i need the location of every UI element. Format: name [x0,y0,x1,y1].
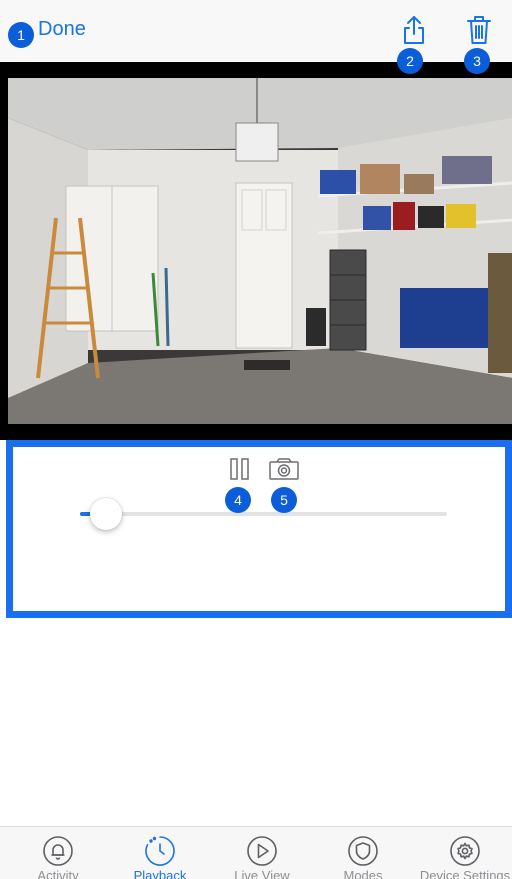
clock-icon [144,835,176,867]
tab-activity[interactable]: Activity [8,827,108,879]
trash-icon[interactable] [465,14,493,46]
bottom-tab-bar: Activity Playback Live View Modes Device… [0,826,512,879]
garage-video-frame [8,78,512,424]
annotation-badge-2: 2 [397,48,423,74]
play-icon [246,835,278,867]
playback-slider-track[interactable] [80,512,447,516]
done-button[interactable]: Done [38,18,86,41]
top-navbar: Done [0,0,512,62]
video-player[interactable] [0,62,512,440]
annotation-badge-5: 5 [271,487,297,513]
tab-live-view[interactable]: Live View [212,827,312,879]
share-icon[interactable] [400,14,428,46]
tab-label-playback: Playback [133,868,187,879]
bell-icon [42,835,74,867]
annotation-badge-1: 1 [8,22,34,48]
playback-slider-thumb[interactable] [89,498,122,530]
tab-modes[interactable]: Modes [313,827,413,879]
gear-icon [449,835,481,867]
tab-label-modes: Modes [343,868,383,879]
annotation-badge-4: 4 [225,487,251,513]
pause-icon[interactable] [224,457,256,481]
tab-label-device-settings: Device Settings [419,868,511,879]
shield-icon [347,835,379,867]
tab-playback[interactable]: Playback [110,827,210,879]
playback-controls-panel [6,440,512,618]
tab-label-activity: Activity [37,868,79,879]
camera-icon[interactable] [268,457,300,481]
tab-label-live-view: Live View [234,868,290,879]
annotation-badge-3: 3 [464,48,490,74]
tab-device-settings[interactable]: Device Settings [415,827,512,879]
